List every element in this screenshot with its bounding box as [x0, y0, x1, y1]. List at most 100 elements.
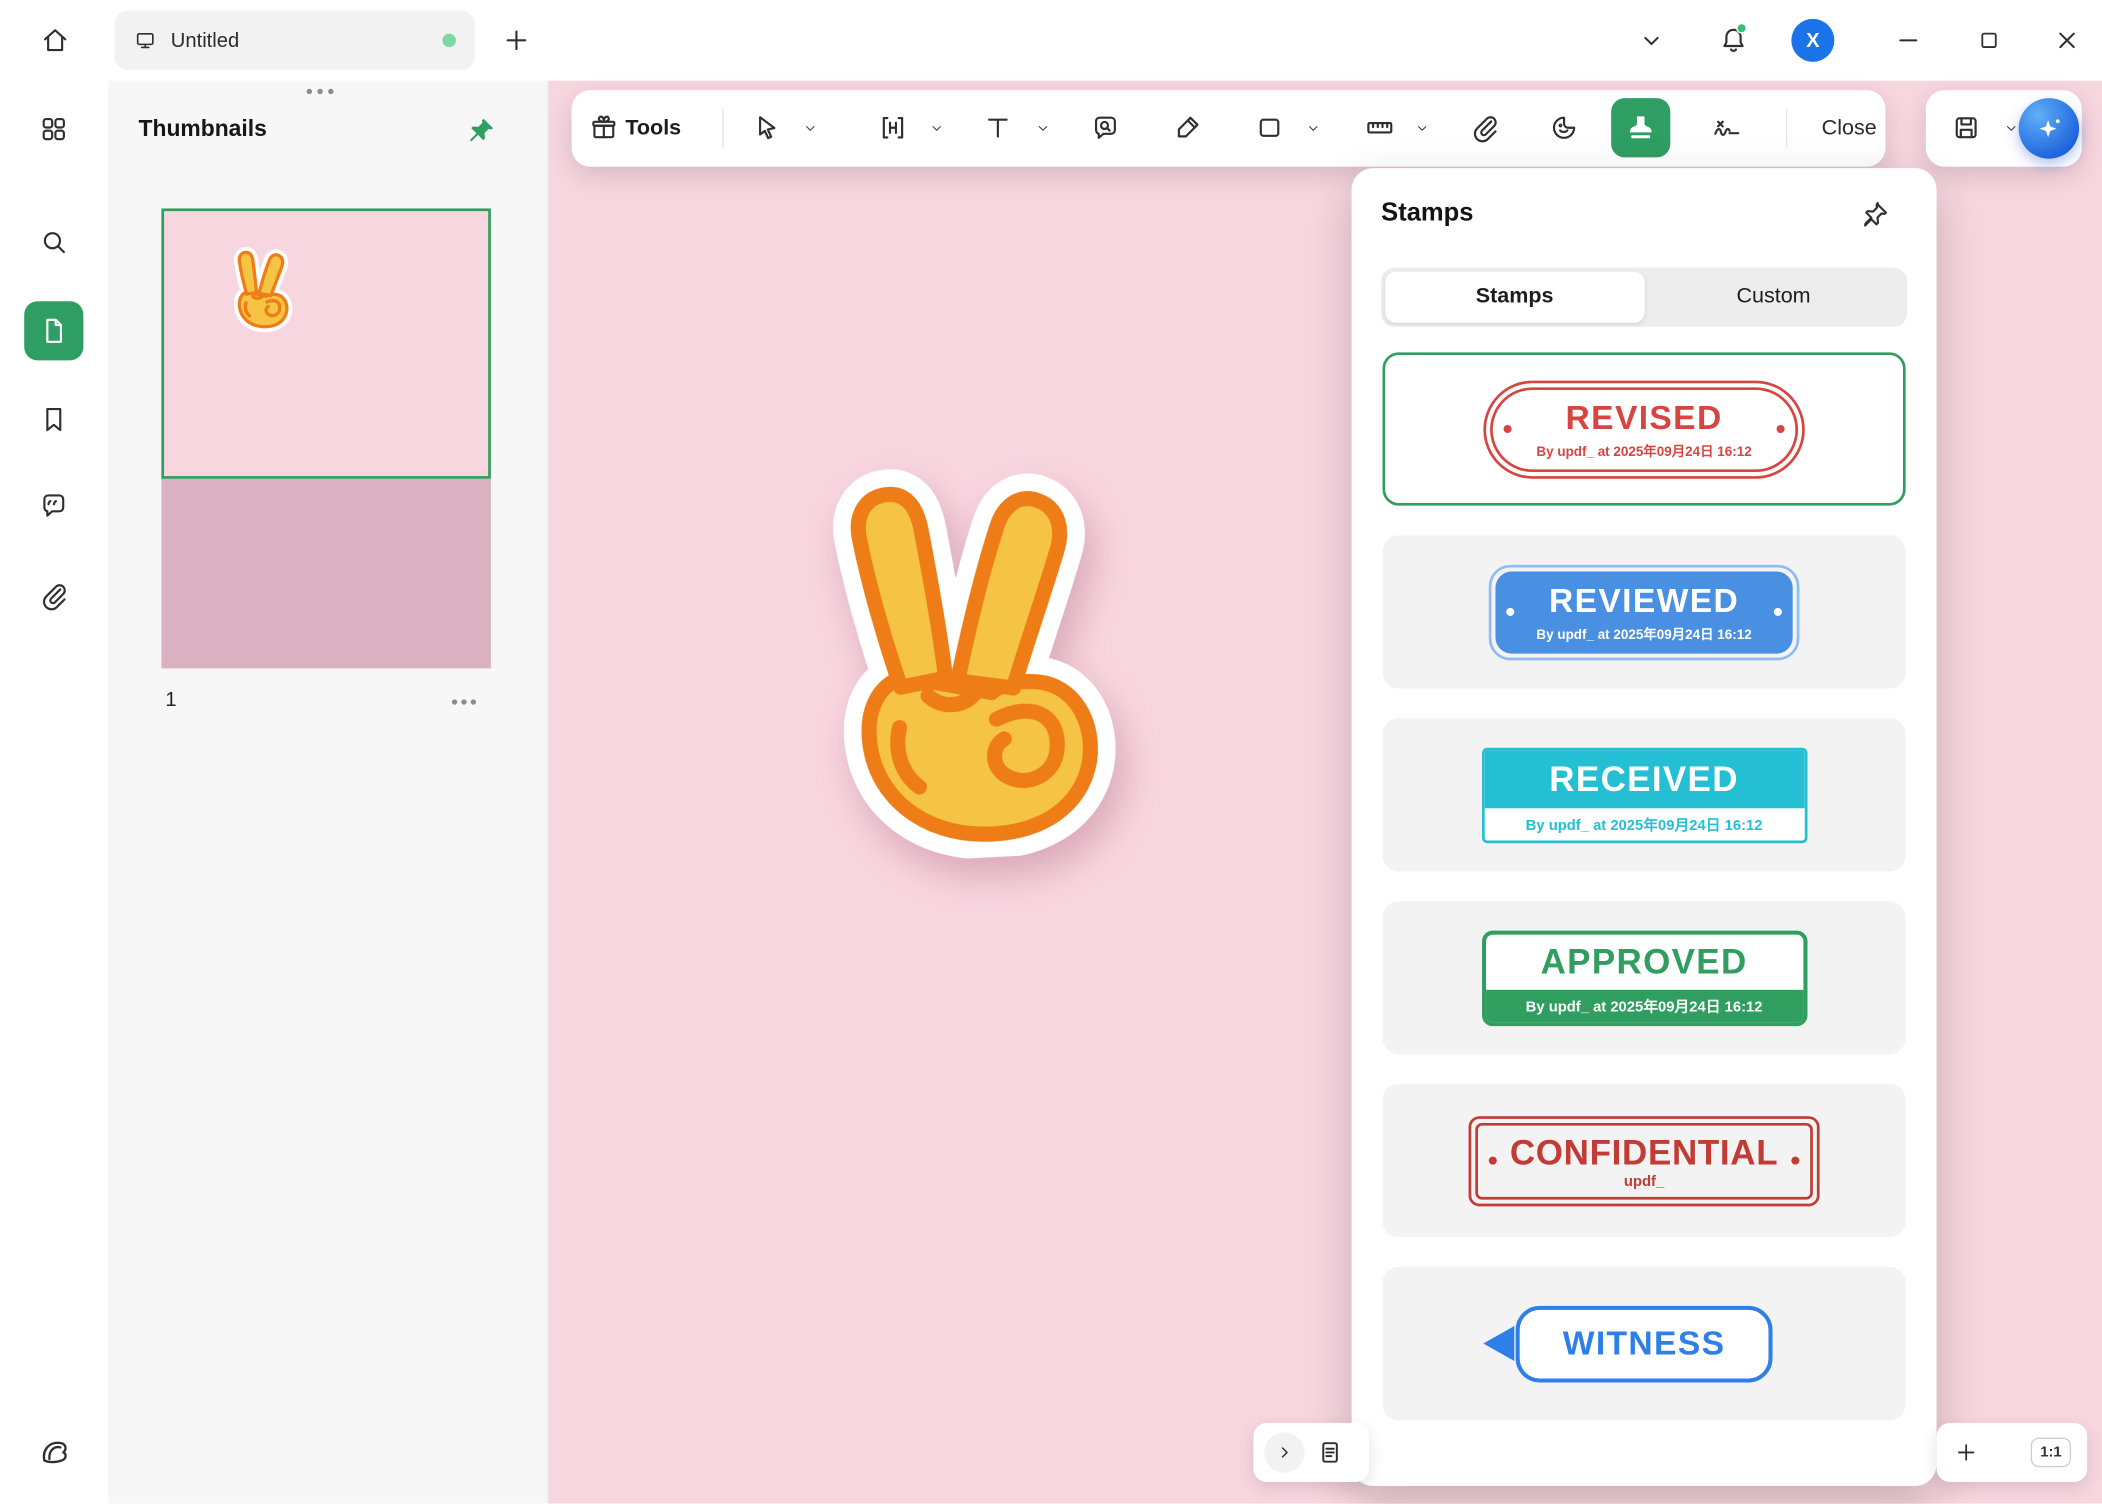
- bottom-right-controls: 1:1: [1937, 1423, 2088, 1482]
- stamps-panel-title: Stamps: [1381, 199, 1473, 229]
- stamp-card-received[interactable]: RECEIVED By updf_ at 2025年09月24日 16:12: [1383, 718, 1906, 871]
- page-thumbnail-offscreen-area[interactable]: [161, 479, 490, 669]
- pin-panel-button[interactable]: [463, 112, 501, 150]
- peace-hand-sticker[interactable]: [767, 429, 1176, 868]
- app-window: Untitled X: [0, 0, 2102, 1504]
- edit-text-dropdown[interactable]: [929, 121, 944, 136]
- tab-custom[interactable]: Custom: [1644, 272, 1903, 323]
- ai-assistant-button[interactable]: [2019, 98, 2080, 159]
- pushpin-icon: [467, 116, 497, 146]
- account-avatar[interactable]: X: [1791, 19, 1834, 62]
- cursor-icon: [750, 112, 782, 144]
- stamp-icon: [1625, 112, 1657, 144]
- shapes-tool-dropdown[interactable]: [1306, 121, 1321, 136]
- pin-stamps-panel-button[interactable]: [1855, 195, 1895, 235]
- page-thumbnail-visible-area[interactable]: [161, 208, 490, 478]
- highlighter-tool-button[interactable]: [1171, 112, 1203, 144]
- minimize-button[interactable]: [1892, 24, 1924, 56]
- stamp-label: CONFIDENTIAL: [1510, 1132, 1778, 1174]
- notification-badge: [1736, 23, 1747, 34]
- expand-bottom-bar-button[interactable]: [1264, 1432, 1304, 1472]
- save-button[interactable]: [1950, 112, 1982, 144]
- zoom-in-button[interactable]: [1953, 1439, 1980, 1466]
- collapse-toolbar-button[interactable]: [1635, 24, 1667, 56]
- comment-search-icon: [1089, 112, 1121, 144]
- chevron-right-icon: [1274, 1442, 1296, 1464]
- sidebar-item-bookmarks[interactable]: [24, 390, 83, 449]
- edit-text-tool-button[interactable]: [877, 112, 909, 144]
- text-tool-button[interactable]: [982, 112, 1014, 144]
- sidebar-item-comments[interactable]: [24, 476, 83, 535]
- reviewed-stamp: REVIEWED By updf_ at 2025年09月24日 16:12: [1489, 564, 1798, 659]
- shapes-tool-button[interactable]: [1253, 112, 1285, 144]
- chevron-down-icon: [1036, 121, 1051, 136]
- text-icon: [982, 112, 1014, 144]
- zoom-ratio-button[interactable]: 1:1: [2031, 1438, 2071, 1468]
- square-icon: [1253, 112, 1285, 144]
- maximize-icon: [1976, 27, 2003, 54]
- panel-resize-handle[interactable]: [307, 89, 334, 94]
- stamp-card-reviewed[interactable]: REVIEWED By updf_ at 2025年09月24日 16:12: [1383, 535, 1906, 688]
- updf-logo-icon: [36, 1435, 71, 1470]
- chevron-down-icon: [1306, 121, 1321, 136]
- left-sidebar: [0, 81, 108, 1504]
- bookmark-icon: [38, 403, 70, 435]
- close-window-button[interactable]: [2051, 24, 2083, 56]
- text-tool-dropdown[interactable]: [1036, 121, 1051, 136]
- attach-file-tool-button[interactable]: [1469, 112, 1501, 144]
- page-thumbnail[interactable]: [161, 208, 490, 668]
- updf-logo-button[interactable]: [24, 1423, 83, 1482]
- tab-title: Untitled: [171, 29, 239, 52]
- tools-button[interactable]: [588, 112, 620, 144]
- stamp-subtext: By updf_ at 2025年09月24日 16:12: [1485, 989, 1802, 1021]
- bottom-left-controls: [1253, 1423, 1369, 1482]
- stamp-card-revised[interactable]: REVISED By updf_ at 2025年09月24日 16:12: [1383, 352, 1906, 505]
- thumbnails-panel-title: Thumbnails: [139, 116, 267, 143]
- stamp-card-witness[interactable]: WITNESS: [1383, 1267, 1906, 1420]
- minimize-icon: [1894, 26, 1924, 56]
- gift-icon: [588, 112, 620, 144]
- page-view-button[interactable]: [1315, 1438, 1345, 1468]
- sidebar-item-search[interactable]: [24, 212, 83, 271]
- measure-tool-dropdown[interactable]: [1415, 121, 1430, 136]
- marker-icon: [1171, 112, 1203, 144]
- comment-search-tool-button[interactable]: [1089, 112, 1121, 144]
- confidential-stamp: CONFIDENTIAL updf_: [1468, 1116, 1820, 1206]
- sidebar-item-thumbnails[interactable]: [24, 301, 83, 360]
- tab-stamps[interactable]: Stamps: [1385, 272, 1644, 323]
- search-icon: [38, 226, 70, 258]
- stamp-subtext: By updf_ at 2025年09月24日 16:12: [1536, 622, 1751, 642]
- document-tab[interactable]: Untitled: [114, 11, 474, 70]
- sidebar-item-attachments[interactable]: [24, 566, 83, 625]
- stamp-label: REVISED: [1536, 399, 1751, 438]
- maximize-button[interactable]: [1973, 24, 2005, 56]
- sidebar-item-apps[interactable]: [24, 100, 83, 159]
- tools-label[interactable]: Tools: [625, 90, 681, 167]
- save-dropdown[interactable]: [2004, 121, 2019, 136]
- ruler-icon: [1364, 112, 1396, 144]
- page-list-icon: [1315, 1438, 1345, 1468]
- home-icon: [39, 24, 71, 56]
- measure-tool-button[interactable]: [1364, 112, 1396, 144]
- home-button[interactable]: [32, 23, 78, 58]
- new-tab-button[interactable]: [500, 24, 532, 56]
- thumbnails-panel: Thumbnails 1: [108, 81, 549, 1504]
- stamps-panel: Stamps Stamps Custom REVISED By updf_ at…: [1352, 168, 1937, 1486]
- select-tool-button[interactable]: [750, 112, 782, 144]
- stamp-subtext: By updf_ at 2025年09月24日 16:12: [1484, 808, 1804, 840]
- document-tab-icon: [133, 28, 157, 52]
- page-more-button[interactable]: [452, 699, 476, 704]
- stamp-tool-button[interactable]: [1611, 98, 1670, 157]
- stamp-subtext: By updf_ at 2025年09月24日 16:12: [1536, 439, 1751, 459]
- stamp-label: REVIEWED: [1536, 582, 1751, 621]
- notifications-button[interactable]: [1717, 24, 1749, 56]
- stamp-card-confidential[interactable]: CONFIDENTIAL updf_: [1383, 1084, 1906, 1237]
- signature-tool-button[interactable]: [1711, 112, 1743, 144]
- close-icon: [2052, 26, 2082, 56]
- select-tool-dropdown[interactable]: [803, 121, 818, 136]
- sticker-tool-button[interactable]: [1548, 112, 1580, 144]
- stamp-card-approved[interactable]: APPROVED By updf_ at 2025年09月24日 16:12: [1383, 901, 1906, 1054]
- unsaved-indicator-dot: [442, 34, 455, 47]
- close-toolbar-button[interactable]: Close: [1798, 90, 1900, 167]
- save-icon: [1950, 112, 1982, 144]
